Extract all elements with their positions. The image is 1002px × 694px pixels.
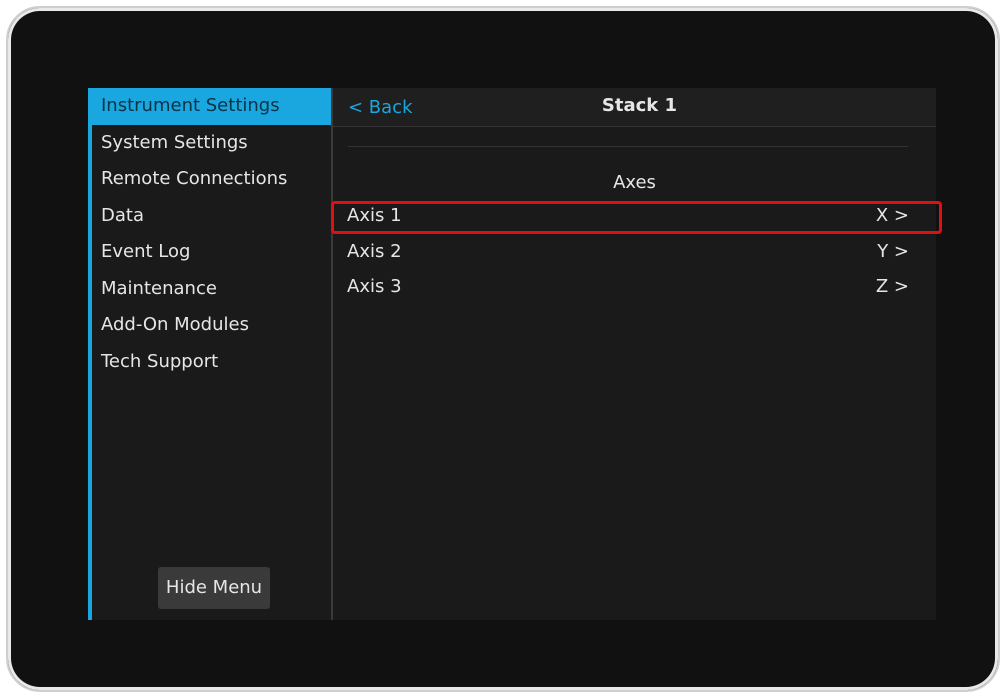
sidebar-item-instrument-settings[interactable]: Instrument Settings <box>92 88 331 125</box>
axis-label: Axis 2 <box>347 240 402 262</box>
sidebar-item-label: Data <box>101 204 144 226</box>
touch-screen: Instrument Settings System Settings Remo… <box>88 88 936 620</box>
axis-row-3[interactable]: Axis 3 Z > <box>333 269 936 305</box>
sidebar-item-system-settings[interactable]: System Settings <box>92 125 331 162</box>
axis-list: Axis 1 X > Axis 2 Y > Axis 3 Z > <box>333 198 936 305</box>
sidebar-item-label: Instrument Settings <box>101 95 280 116</box>
sidebar-item-maintenance[interactable]: Maintenance <box>92 271 331 308</box>
sidebar-menu: Instrument Settings System Settings Remo… <box>88 88 333 620</box>
axis-label: Axis 1 <box>347 205 402 226</box>
sidebar-item-label: System Settings <box>101 131 248 153</box>
sidebar-item-label: Remote Connections <box>101 168 288 189</box>
sidebar-item-tech-support[interactable]: Tech Support <box>92 344 331 381</box>
section-title: Axes <box>613 172 656 193</box>
main-content: < Back Stack 1 Axes Axis 1 X > Axis 2 Y … <box>333 88 936 620</box>
axis-value: Z > <box>875 276 909 297</box>
page-title: Stack 1 <box>601 95 678 116</box>
sidebar-item-data[interactable]: Data <box>92 198 331 235</box>
sidebar-item-label: Tech Support <box>101 350 219 372</box>
axis-value: Y > <box>877 240 909 262</box>
divider <box>348 146 908 147</box>
sidebar-item-event-log[interactable]: Event Log <box>92 234 331 271</box>
hide-menu-button[interactable]: Hide Menu <box>158 567 270 609</box>
sidebar-item-label: Add-On Modules <box>101 314 249 335</box>
sidebar-item-add-on-modules[interactable]: Add-On Modules <box>92 307 331 344</box>
axis-label: Axis 3 <box>347 276 402 297</box>
sidebar-item-label: Maintenance <box>101 277 217 299</box>
axis-row-2[interactable]: Axis 2 Y > <box>333 234 936 270</box>
axis-value: X > <box>875 205 909 226</box>
sidebar-item-label: Event Log <box>101 241 191 262</box>
axis-row-1[interactable]: Axis 1 X > <box>333 198 936 234</box>
sidebar-item-remote-connections[interactable]: Remote Connections <box>92 161 331 198</box>
content-header: < Back Stack 1 <box>333 88 936 127</box>
